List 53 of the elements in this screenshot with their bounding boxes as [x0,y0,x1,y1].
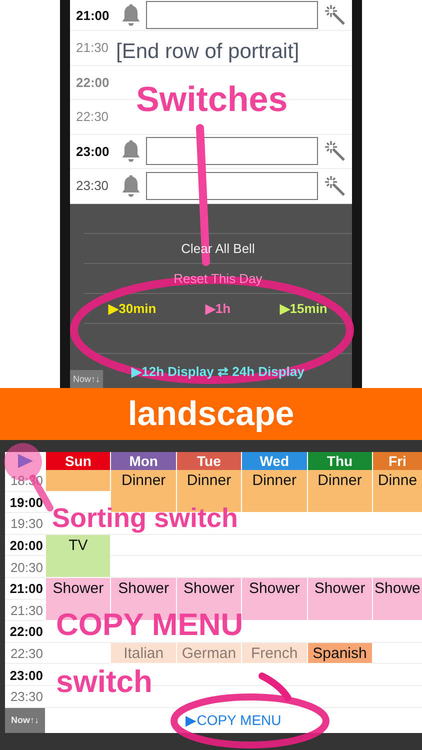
magic-wand-icon[interactable] [324,174,346,197]
annotation-text: Switches [136,80,288,120]
bell-icon[interactable] [120,3,142,27]
event-block[interactable]: Italian [110,642,176,664]
time-label: 21:30 [9,602,44,620]
banner-title: landscape [128,394,294,434]
time-label: 23:00 [76,144,110,159]
interval-switch[interactable]: ▶1h [205,300,231,316]
time-label: 21:30 [76,40,110,56]
day-header[interactable]: Tue [176,452,242,470]
event-block[interactable]: TV [45,534,110,578]
time-label: 19:30 [9,515,44,534]
event-block[interactable]: French [241,642,307,664]
time-label: 22:00 [76,74,110,90]
bell-icon[interactable] [120,174,142,198]
time-label: 20:30 [9,558,44,577]
day-header[interactable]: Sun [45,452,110,470]
now-button[interactable]: Now↑↓ [5,708,45,733]
copy-menu-link[interactable]: ▶COPY MENU [186,712,282,728]
time-label: 23:00 [8,666,44,685]
time-label: 21:00 [8,580,44,598]
annotation-text: [End row of portrait] [116,40,300,64]
event-block[interactable]: Dinne [372,470,422,514]
input-field[interactable] [146,137,318,166]
interval-switch[interactable]: ▶30min [108,300,156,316]
event-block[interactable]: Shower [306,578,372,622]
event-block[interactable]: Dinner [241,470,307,514]
time-label: 23:30 [76,178,110,194]
time-label: 23:30 [9,688,44,706]
event-block[interactable]: Spanish [306,642,372,664]
magic-wand-icon[interactable] [324,140,346,162]
magic-wand-icon[interactable] [324,4,346,26]
now-button[interactable]: Now↑↓ [70,370,104,388]
time-label: 20:00 [8,537,44,556]
highlight-circle [4,443,54,512]
input-field[interactable] [146,1,318,29]
event-block[interactable]: Shower [241,578,307,622]
day-header[interactable]: Wed [241,452,307,470]
input-field[interactable] [146,172,318,200]
time-label: 22:30 [76,109,110,124]
play-button[interactable] [15,453,35,469]
event-block[interactable]: Showe [372,578,422,622]
annotation-text: switch [56,664,152,700]
time-label: 22:30 [9,645,44,664]
interval-switch[interactable]: ▶15min [280,300,328,316]
event-block[interactable]: German [176,642,242,664]
day-header[interactable]: Thu [306,452,372,470]
time-label: 22:00 [8,623,44,642]
bell-icon[interactable] [120,139,142,164]
event-block[interactable]: Dinner [306,470,372,514]
time-label: 21:00 [76,8,110,22]
day-header[interactable]: Mon [110,452,176,470]
time-label: 19:00 [8,494,44,512]
